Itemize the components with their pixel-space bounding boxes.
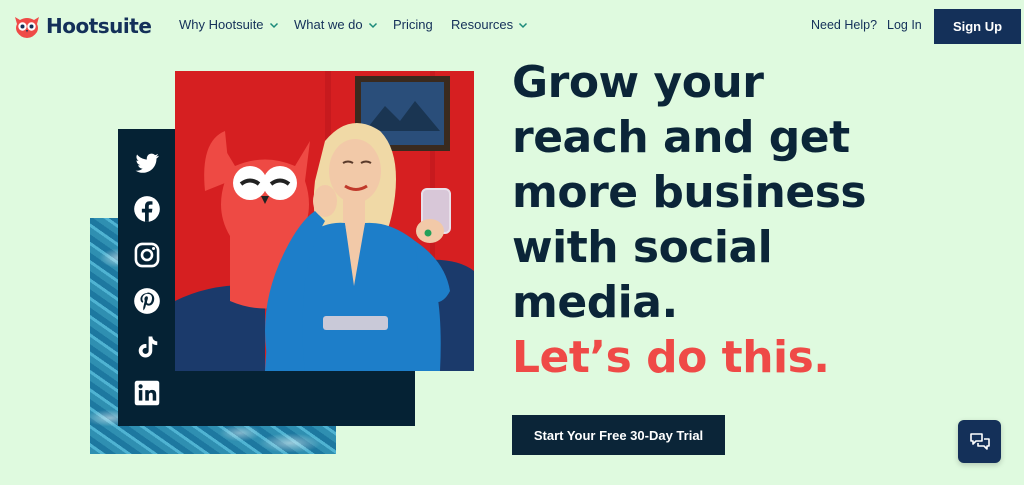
sign-up-button[interactable]: Sign Up — [934, 9, 1021, 44]
hero-illustration — [175, 71, 474, 371]
nav-pricing-label: Pricing — [393, 17, 433, 32]
nav-what-we-do-label: What we do — [294, 17, 363, 32]
nav-pricing[interactable]: Pricing — [393, 17, 433, 32]
chevron-down-icon — [519, 22, 528, 28]
headline-line: Grow your — [512, 57, 764, 108]
nav-resources[interactable]: Resources — [451, 17, 528, 32]
headline-line: reach and get — [512, 112, 850, 163]
need-help-link[interactable]: Need Help? — [811, 18, 877, 32]
chat-button[interactable] — [958, 420, 1001, 463]
logo-text: Hootsuite — [46, 14, 152, 38]
headline-accent: Let’s do this. — [512, 332, 830, 383]
chevron-down-icon — [269, 22, 278, 28]
linkedin-icon[interactable] — [133, 379, 161, 407]
tiktok-icon[interactable] — [133, 333, 161, 361]
hootsuite-logo[interactable]: Hootsuite — [12, 10, 152, 42]
top-navigation: Hootsuite Why Hootsuite What we do Prici… — [0, 0, 1024, 54]
twitter-icon[interactable] — [133, 149, 161, 177]
chat-icon — [969, 432, 990, 450]
headline-line: more business — [512, 167, 867, 218]
headline-line: with social — [512, 222, 773, 273]
nav-what-we-do[interactable]: What we do — [294, 17, 378, 32]
instagram-icon[interactable] — [133, 241, 161, 269]
nav-why-hootsuite-label: Why Hootsuite — [179, 17, 264, 32]
hero-photo-woman-with-owl — [175, 71, 474, 371]
pinterest-icon[interactable] — [133, 287, 161, 315]
owl-logo-icon — [15, 17, 39, 38]
facebook-icon[interactable] — [133, 195, 161, 223]
chevron-down-icon — [368, 22, 377, 28]
headline-line: media. — [512, 277, 678, 328]
start-free-trial-button[interactable]: Start Your Free 30-Day Trial — [512, 415, 725, 455]
login-link[interactable]: Log In — [887, 18, 922, 32]
hero-headline: Grow your reach and get more business wi… — [512, 55, 932, 385]
nav-why-hootsuite[interactable]: Why Hootsuite — [179, 17, 279, 32]
nav-resources-label: Resources — [451, 17, 514, 32]
